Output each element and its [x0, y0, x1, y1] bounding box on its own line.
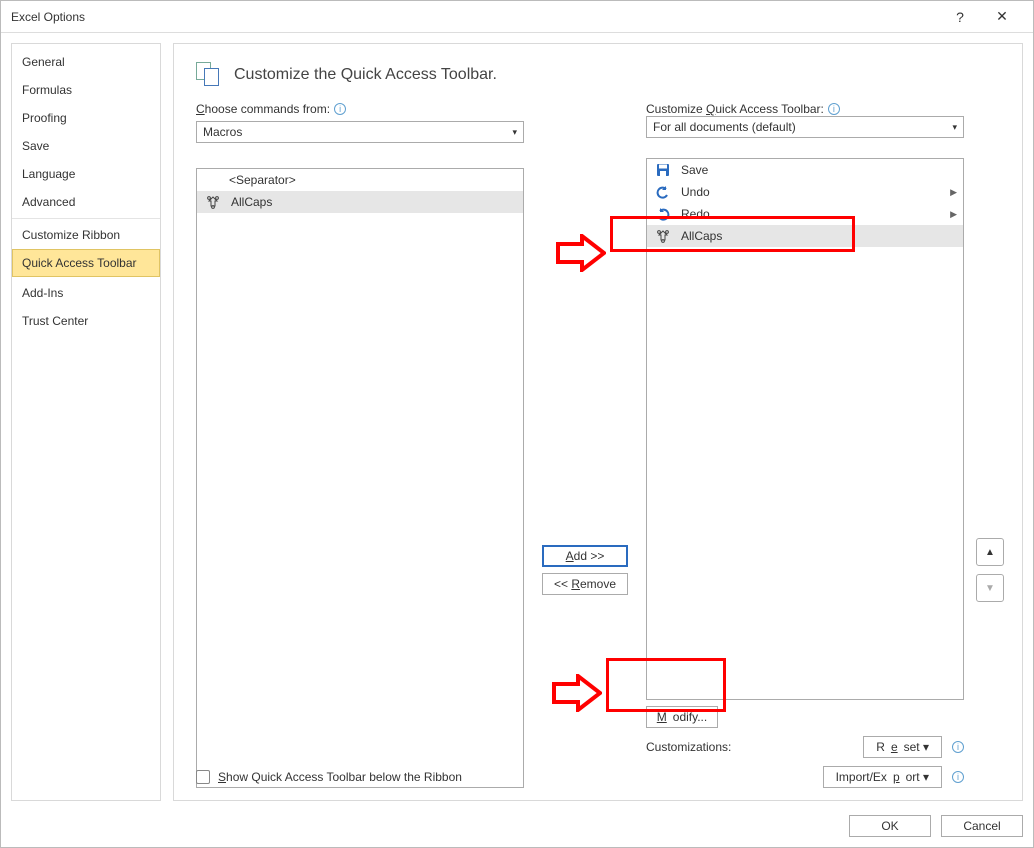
- window-title: Excel Options: [11, 10, 85, 24]
- expand-icon: ▶: [950, 187, 957, 198]
- info-icon[interactable]: i: [828, 103, 840, 115]
- undo-icon: [655, 185, 671, 199]
- modify-button[interactable]: Modify...: [646, 706, 718, 728]
- chevron-down-icon: ▾: [512, 127, 517, 138]
- sidebar-item-addins[interactable]: Add-Ins: [12, 279, 160, 307]
- page-title: Customize the Quick Access Toolbar.: [234, 66, 497, 84]
- list-item-allcaps-right[interactable]: AllCaps: [647, 225, 963, 247]
- show-below-ribbon-checkbox[interactable]: Show Quick Access Toolbar below the Ribb…: [196, 770, 462, 784]
- save-icon: [655, 163, 671, 177]
- sidebar-item-customize-ribbon[interactable]: Customize Ribbon: [12, 221, 160, 249]
- category-sidebar: General Formulas Proofing Save Language …: [11, 43, 161, 801]
- import-export-button[interactable]: Import/Export ▾: [823, 766, 942, 788]
- close-button[interactable]: ✕: [981, 1, 1023, 33]
- sidebar-item-advanced[interactable]: Advanced: [12, 188, 160, 219]
- add-button[interactable]: Add >>: [542, 545, 628, 567]
- current-qat-listbox[interactable]: Save Undo ▶: [646, 158, 964, 700]
- sidebar-item-proofing[interactable]: Proofing: [12, 104, 160, 132]
- macro-icon: [205, 195, 221, 209]
- choose-commands-dropdown[interactable]: Macros ▾: [196, 121, 524, 143]
- choose-commands-label: Choose commands from: i: [196, 102, 524, 116]
- sidebar-item-trust-center[interactable]: Trust Center: [12, 307, 160, 335]
- customize-qat-label: Customize Quick Access Toolbar: i: [646, 102, 964, 116]
- customize-qat-dropdown[interactable]: For all documents (default) ▾: [646, 116, 964, 138]
- sidebar-item-formulas[interactable]: Formulas: [12, 76, 160, 104]
- info-icon[interactable]: i: [334, 103, 346, 115]
- ok-button[interactable]: OK: [849, 815, 931, 837]
- sidebar-item-quick-access-toolbar[interactable]: Quick Access Toolbar: [12, 249, 160, 277]
- content-panel: Customize the Quick Access Toolbar. Choo…: [173, 43, 1023, 801]
- macro-icon: [655, 229, 671, 243]
- info-icon[interactable]: i: [952, 771, 964, 783]
- remove-button[interactable]: << Remove: [542, 573, 628, 595]
- move-down-button[interactable]: ▼: [976, 574, 1004, 602]
- move-up-button[interactable]: ▲: [976, 538, 1004, 566]
- list-item-undo[interactable]: Undo ▶: [647, 181, 963, 203]
- expand-icon: ▶: [950, 209, 957, 220]
- help-button[interactable]: ?: [939, 1, 981, 33]
- reset-button[interactable]: Reset ▾: [863, 736, 942, 758]
- cancel-button[interactable]: Cancel: [941, 815, 1023, 837]
- chevron-down-icon: ▾: [952, 122, 957, 133]
- sidebar-item-save[interactable]: Save: [12, 132, 160, 160]
- list-item-separator[interactable]: <Separator>: [197, 169, 523, 191]
- title-bar: Excel Options ? ✕: [1, 1, 1033, 33]
- list-item-redo[interactable]: Redo ▶: [647, 203, 963, 225]
- available-commands-listbox[interactable]: <Separator> AllCaps: [196, 168, 524, 788]
- customizations-label: Customizations:: [646, 740, 731, 754]
- list-item-allcaps-left[interactable]: AllCaps: [197, 191, 523, 213]
- page-icon: [196, 62, 222, 88]
- redo-icon: [655, 207, 671, 221]
- list-item-save[interactable]: Save: [647, 159, 963, 181]
- sidebar-item-language[interactable]: Language: [12, 160, 160, 188]
- info-icon[interactable]: i: [952, 741, 964, 753]
- sidebar-item-general[interactable]: General: [12, 48, 160, 76]
